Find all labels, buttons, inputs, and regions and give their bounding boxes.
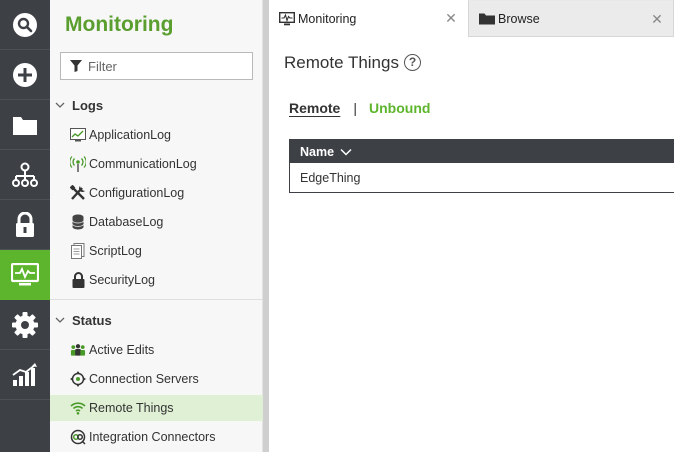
nav-item-applicationlog[interactable]: ApplicationLog xyxy=(50,122,263,148)
nav-item-label: CommunicationLog xyxy=(89,157,197,171)
nav-item-securitylog[interactable]: SecurityLog xyxy=(50,267,263,293)
nav-item-label: ConfigurationLog xyxy=(89,186,185,200)
gear-icon xyxy=(12,311,38,338)
section-divider xyxy=(50,299,263,300)
connection-servers-icon xyxy=(70,371,86,387)
help-icon[interactable]: ? xyxy=(404,54,421,71)
rail-security[interactable] xyxy=(0,200,50,250)
folder-icon xyxy=(479,12,495,26)
active-edits-icon xyxy=(70,342,86,358)
tab-monitoring[interactable]: Monitoring ✕ xyxy=(269,0,467,37)
tab-label: Monitoring xyxy=(298,11,357,26)
analytics-icon xyxy=(12,362,37,386)
tab-bar: Monitoring ✕ Browse ✕ xyxy=(269,0,674,37)
monitoring-icon xyxy=(279,11,295,26)
table-cell-name: EdgeThing xyxy=(300,170,361,185)
nav-item-connection-servers[interactable]: Connection Servers xyxy=(50,366,263,392)
rail-search[interactable] xyxy=(0,0,50,50)
chevron-down-icon xyxy=(55,102,65,108)
tab-label: Browse xyxy=(498,11,540,26)
communication-log-icon xyxy=(70,156,86,172)
configuration-log-icon xyxy=(70,185,86,201)
close-icon[interactable]: ✕ xyxy=(444,10,458,27)
close-icon[interactable]: ✕ xyxy=(650,11,664,28)
nav-item-communicationlog[interactable]: CommunicationLog xyxy=(50,151,263,177)
remote-things-icon xyxy=(70,400,86,416)
rail-monitoring[interactable] xyxy=(0,250,50,300)
nav-item-label: Active Edits xyxy=(89,343,155,357)
nav-item-label: ScriptLog xyxy=(89,244,142,258)
nav-item-label: Remote Things xyxy=(89,401,174,415)
filter-icon xyxy=(70,60,82,72)
application-log-icon xyxy=(70,127,86,143)
nav-item-active-edits[interactable]: Active Edits xyxy=(50,337,263,363)
folder-icon xyxy=(13,116,37,135)
script-log-icon xyxy=(70,243,86,259)
nav-item-label: Integration Connectors xyxy=(89,430,216,444)
section-logs-label: Logs xyxy=(72,97,104,113)
add-icon xyxy=(13,62,37,87)
section-logs[interactable]: Logs xyxy=(50,91,263,119)
rail-browse[interactable] xyxy=(0,100,50,150)
integration-connectors-icon xyxy=(70,429,86,445)
nav-item-label: Connection Servers xyxy=(89,372,199,386)
nav-item-label: ApplicationLog xyxy=(89,128,172,142)
subtab-bar: Remote | Unbound xyxy=(289,100,430,116)
remote-things-grid: Name EdgeThing xyxy=(289,139,674,193)
rail-system[interactable] xyxy=(0,300,50,350)
rail-add[interactable] xyxy=(0,50,50,100)
lock-icon xyxy=(16,211,34,237)
subtab-separator: | xyxy=(353,100,357,116)
table-row[interactable]: EdgeThing xyxy=(290,163,674,192)
nav-item-integration-connectors[interactable]: Integration Connectors xyxy=(50,424,263,450)
filter-input[interactable] xyxy=(88,58,248,74)
rail-modeling[interactable] xyxy=(0,150,50,200)
rail-analytics[interactable] xyxy=(0,350,50,400)
nav-item-scriptlog[interactable]: ScriptLog xyxy=(50,238,263,264)
nav-item-label: DatabaseLog xyxy=(89,215,164,229)
page-title: Remote Things xyxy=(284,53,399,72)
security-log-icon xyxy=(70,272,86,288)
monitoring-icon xyxy=(11,262,39,285)
section-status[interactable]: Status xyxy=(50,306,263,334)
tab-browse[interactable]: Browse ✕ xyxy=(468,0,674,37)
section-status-label: Status xyxy=(72,312,112,328)
grid-header: Name xyxy=(290,140,674,163)
chevron-down-icon xyxy=(55,317,65,323)
nav-item-databaselog[interactable]: DatabaseLog xyxy=(50,209,263,235)
subtab-remote[interactable]: Remote xyxy=(289,100,340,116)
subtab-unbound[interactable]: Unbound xyxy=(369,100,430,116)
search-icon xyxy=(13,12,37,37)
nav-title: Monitoring xyxy=(65,13,174,36)
panel-splitter[interactable] xyxy=(263,0,269,452)
nav-item-configurationlog[interactable]: ConfigurationLog xyxy=(50,180,263,206)
icon-rail xyxy=(0,0,50,452)
nav-item-label: SecurityLog xyxy=(89,273,156,287)
column-header-name[interactable]: Name xyxy=(300,145,334,159)
navigation-panel: Monitoring Logs ApplicationLog xyxy=(50,0,263,452)
nav-item-remote-things[interactable]: Remote Things xyxy=(50,395,263,421)
database-log-icon xyxy=(70,214,86,230)
sort-chevron-down-icon[interactable] xyxy=(340,148,352,156)
hierarchy-icon xyxy=(12,162,38,187)
filter-box[interactable] xyxy=(60,52,253,80)
